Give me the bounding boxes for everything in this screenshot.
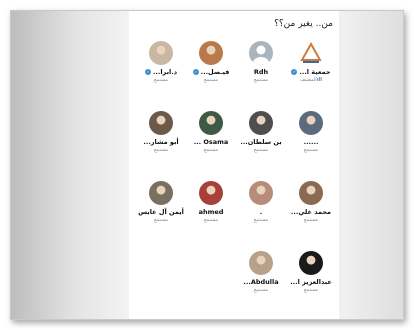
listener-role-label: مستمع [285,217,337,223]
person-avatar[interactable] [249,181,273,205]
listener-name: . [259,208,263,216]
default-avatar-icon[interactable] [249,41,273,65]
listener-name: عبدالعزيز ا... [290,278,332,286]
role-text: مستمع [153,77,169,83]
listener-name-row: فيـصل... ✓ [185,68,237,76]
listener-name-row: جمعية ا... ✓ [285,68,337,76]
listener-item[interactable]: Abdulla... مستمع [235,251,287,293]
verified-badge-icon: ✓ [192,69,199,75]
listener-item[interactable]: عبدالعزيز ا... مستمع [285,251,337,293]
space-title: من.. يغير من؟؟ [274,19,333,29]
listener-name: جمعية ا... [299,68,331,76]
role-text: مستمع [303,287,319,293]
listener-role-label: مستمع [285,287,337,293]
role-text: مستمع [153,147,169,153]
listener-name: ...... [303,138,319,146]
role-text: مستمع [303,217,319,223]
listener-item[interactable]: أيمن آل عايس مستمع [135,181,187,223]
listener-name-row: أبو مشار... [135,138,187,146]
listener-role-label: مستمع [135,147,187,153]
listener-name-row: Abdulla... [235,278,287,286]
listener-role-label: مستمع [185,217,237,223]
person-avatar[interactable] [199,181,223,205]
listener-name-row: د.ابرا... ✓ [135,68,187,76]
person-avatar[interactable] [149,181,173,205]
role-text: مستمع [203,217,219,223]
listener-name: Rdh [253,68,269,76]
listener-name: محمد علي... [290,208,332,216]
listener-name: د.ابرا... [152,68,178,76]
listener-item[interactable]: ahmed مستمع [185,181,237,223]
listener-role-label: مستمع [185,77,237,83]
listener-name: Abdulla... [243,278,279,286]
listener-name: Osama ... [193,138,229,146]
listener-name: بن سلطان... [240,138,282,146]
listener-name: أيمن آل عايس [138,208,184,216]
listener-role-label: مستمع [235,147,287,153]
space-listeners-card: من.. يغير من؟؟ جمعية ا... ✓ ıllالمضيف Rdh مس… [129,11,339,319]
listener-role-label: مستمع [235,77,287,83]
right-background [333,11,403,319]
speaking-indicator-icon: ıll [316,77,322,83]
listener-name-row: بن سلطان... [235,138,287,146]
listener-item[interactable]: ...... مستمع [285,111,337,153]
host-role-label: ıllالمضيف [285,77,337,83]
person-avatar[interactable] [149,41,173,65]
listener-role-label: مستمع [235,287,287,293]
listener-name-row: أيمن آل عايس [135,208,187,216]
listener-name-row: ...... [285,138,337,146]
role-text: مستمع [203,77,219,83]
listener-name-row: Osama ... [185,138,237,146]
role-text: مستمع [203,147,219,153]
listener-name: فيـصل... [200,68,230,76]
listener-name: ahmed [198,208,224,216]
role-text: مستمع [253,287,269,293]
listener-role-label: مستمع [285,147,337,153]
verified-badge-icon: ✓ [291,69,298,75]
role-text: مستمع [303,147,319,153]
listener-item[interactable]: محمد علي... مستمع [285,181,337,223]
listener-role-label: مستمع [135,217,187,223]
role-text: مستمع [153,217,169,223]
listener-item[interactable]: فيـصل... ✓ مستمع [185,41,237,83]
listener-name-row: Rdh [235,68,287,76]
listener-item[interactable]: Osama ... مستمع [185,111,237,153]
role-text: مستمع [253,147,269,153]
listener-role-label: مستمع [135,77,187,83]
listener-item[interactable]: د.ابرا... ✓ مستمع [135,41,187,83]
person-avatar[interactable] [299,111,323,135]
screenshot-frame: من.. يغير من؟؟ جمعية ا... ✓ ıllالمضيف Rdh مس… [10,10,404,320]
role-text: المضيف [300,77,317,83]
listener-item[interactable]: جمعية ا... ✓ ıllالمضيف [285,41,337,83]
listener-name-row: عبدالعزيز ا... [285,278,337,286]
person-avatar[interactable] [249,251,273,275]
listener-name-row: ahmed [185,208,237,216]
person-avatar[interactable] [249,111,273,135]
listener-role-label: مستمع [185,147,237,153]
listener-role-label: مستمع [235,217,287,223]
logo-icon[interactable] [299,41,323,65]
listener-name-row: محمد علي... [285,208,337,216]
listener-name: أبو مشار... [143,138,179,146]
listener-item[interactable]: بن سلطان... مستمع [235,111,287,153]
listener-item[interactable]: Rdh مستمع [235,41,287,83]
person-avatar[interactable] [149,111,173,135]
listener-item[interactable]: . مستمع [235,181,287,223]
person-avatar[interactable] [299,251,323,275]
role-text: مستمع [253,217,269,223]
person-avatar[interactable] [299,181,323,205]
person-avatar[interactable] [199,41,223,65]
left-background [11,11,129,319]
person-avatar[interactable] [199,111,223,135]
listener-name-row: . [235,208,287,216]
role-text: مستمع [253,77,269,83]
verified-badge-icon: ✓ [144,69,151,75]
listener-item[interactable]: أبو مشار... مستمع [135,111,187,153]
